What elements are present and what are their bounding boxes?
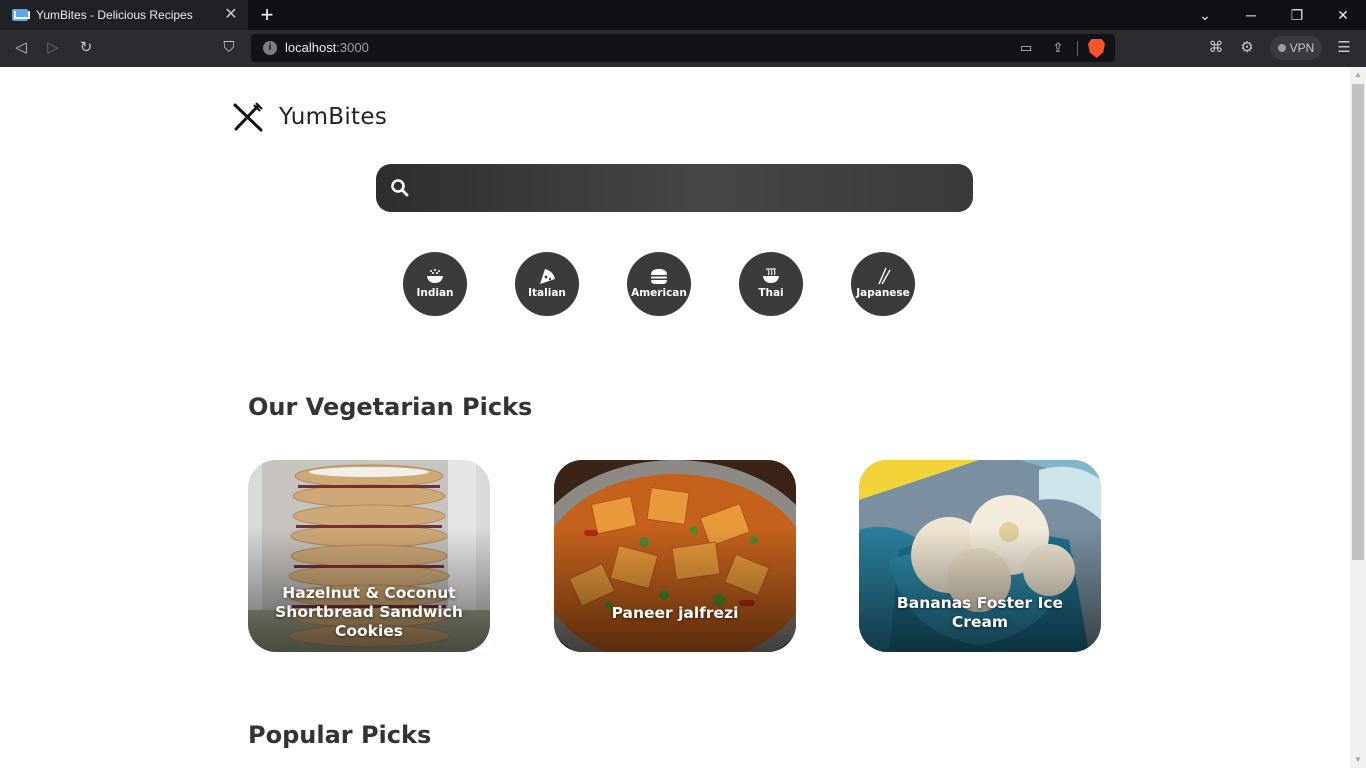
vpn-button[interactable]: VPN: [1270, 36, 1322, 60]
browser-tab-bar: YumBites - Delicious Recipes ✕ + ⌄ ─ ❐ ✕: [0, 0, 1366, 30]
extensions-icon[interactable]: ⚙: [1237, 38, 1257, 58]
close-tab-icon[interactable]: ✕: [222, 6, 240, 24]
cuisine-italian[interactable]: Italian: [515, 252, 579, 316]
tab-title: YumBites - Delicious Recipes: [36, 8, 193, 22]
site-info-icon[interactable]: i: [263, 41, 277, 55]
cuisine-label: Thai: [758, 287, 784, 299]
address-divider: [1077, 41, 1078, 56]
bowl-rice-icon: [427, 269, 443, 283]
cuisine-label: Italian: [528, 287, 566, 299]
brave-shield-icon[interactable]: [1088, 39, 1105, 58]
bookmark-icon[interactable]: ⛉: [217, 37, 241, 59]
scroll-up-arrow-icon[interactable]: ▲: [1350, 67, 1366, 83]
tab-list-chevron-icon[interactable]: ⌄: [1182, 0, 1228, 30]
recipe-card-title: Paneer jalfrezi: [611, 603, 739, 622]
search-icon: [391, 179, 409, 197]
url-host: localhost: [285, 40, 337, 55]
page-scrollbar[interactable]: ▲ ▼: [1350, 67, 1366, 768]
vpn-label: VPN: [1289, 41, 1315, 55]
new-tab-icon[interactable]: +: [256, 4, 278, 26]
vpn-status-icon: [1277, 44, 1286, 52]
url-port: :3000: [336, 40, 369, 55]
menu-icon[interactable]: ☰: [1334, 38, 1354, 58]
recipe-card-title: Bananas Foster Ice Cream: [896, 594, 1064, 631]
recipe-card[interactable]: Bananas Foster Ice Cream: [859, 460, 1101, 652]
mail-favicon-icon: [12, 9, 28, 21]
recipe-card[interactable]: Hazelnut & Coconut Shortbread Sandwich C…: [248, 460, 490, 652]
browser-tab[interactable]: YumBites - Delicious Recipes ✕: [0, 0, 248, 30]
cuisine-label: Indian: [416, 287, 454, 299]
cast-icon[interactable]: ▭: [1017, 40, 1035, 56]
wallet-icon[interactable]: ⌘: [1206, 38, 1226, 58]
address-bar[interactable]: i localhost:3000 ▭ ⇪: [251, 34, 1115, 62]
cuisine-american[interactable]: American: [627, 252, 691, 316]
chopsticks-icon: [878, 267, 891, 285]
scroll-thumb[interactable]: [1352, 84, 1364, 560]
recipe-card-title: Hazelnut & Coconut Shortbread Sandwich C…: [275, 583, 463, 640]
restore-icon[interactable]: ❐: [1274, 0, 1320, 30]
url-text[interactable]: localhost:3000: [285, 40, 369, 55]
search-bar[interactable]: [376, 164, 973, 212]
cuisine-indian[interactable]: Indian: [403, 252, 467, 316]
minimize-icon[interactable]: ─: [1228, 0, 1274, 30]
reload-icon[interactable]: ↻: [74, 37, 98, 59]
close-window-icon[interactable]: ✕: [1320, 0, 1366, 30]
burger-icon: [651, 269, 667, 284]
cuisine-thai[interactable]: Thai: [739, 252, 803, 316]
share-icon[interactable]: ⇪: [1049, 40, 1067, 56]
cuisine-japanese[interactable]: Japanese: [851, 252, 915, 316]
recipe-card[interactable]: Paneer jalfrezi: [554, 460, 796, 652]
page-content: YumBites Indian Italian American Thai Ja…: [0, 67, 1350, 768]
browser-toolbar: ◁ ▷ ↻ ⛉ i localhost:3000 ▭ ⇪ ⌘ ⚙ VPN ☰: [0, 30, 1366, 67]
noodle-bowl-icon: [763, 268, 779, 283]
cuisine-label: American: [631, 287, 687, 299]
forward-icon[interactable]: ▷: [41, 37, 65, 59]
fork-knife-logo-icon: [233, 102, 263, 132]
logo[interactable]: YumBites: [232, 101, 387, 133]
cuisine-label: Japanese: [856, 287, 910, 299]
section-title-popular: Popular Picks: [248, 721, 432, 749]
section-title-vegetarian: Our Vegetarian Picks: [248, 393, 533, 421]
search-input[interactable]: [422, 172, 952, 204]
scroll-down-arrow-icon[interactable]: ▼: [1350, 752, 1366, 768]
app-name: YumBites: [279, 104, 388, 130]
pizza-icon: [540, 269, 555, 284]
back-icon[interactable]: ◁: [9, 37, 33, 59]
